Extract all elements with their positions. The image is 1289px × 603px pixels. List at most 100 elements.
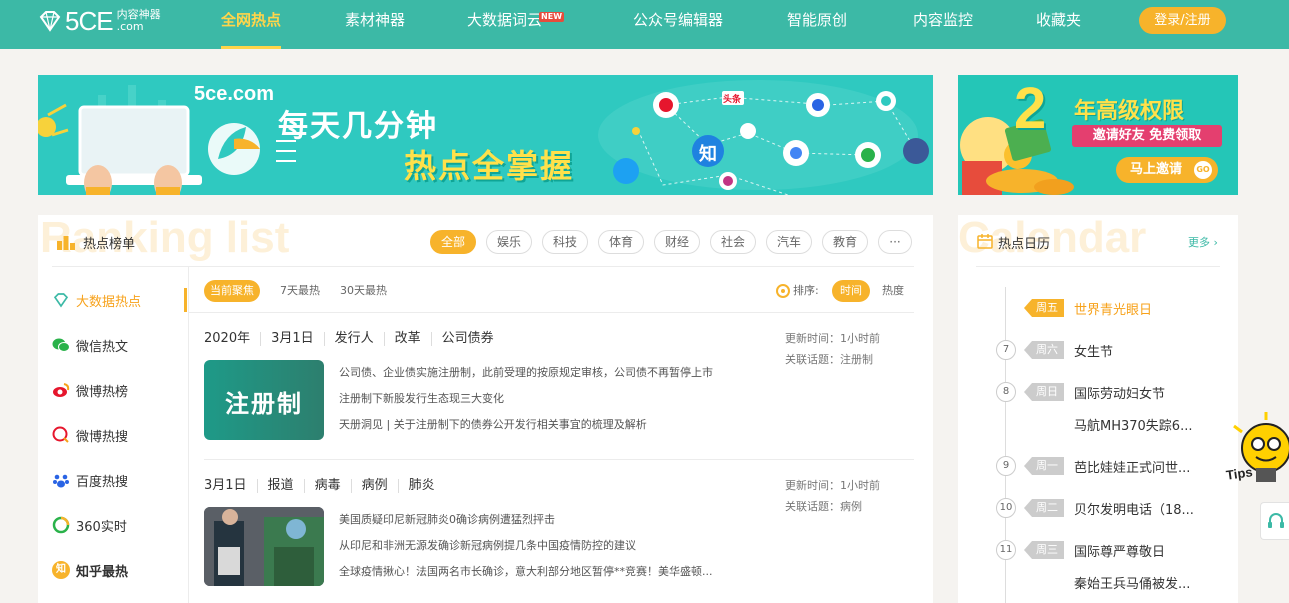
tag[interactable]: 3月1日 — [204, 479, 257, 493]
nav-editor[interactable]: 公众号编辑器 — [633, 0, 723, 49]
tips-widget[interactable]: Tips — [1225, 412, 1289, 494]
category-all[interactable]: 全部 — [430, 230, 476, 254]
related-topic[interactable]: 关联话题：注册制 — [785, 349, 880, 370]
news-thumbnail-photo[interactable] — [204, 507, 324, 586]
tag[interactable]: 病毒 — [303, 479, 351, 493]
tag[interactable]: 3月1日 — [260, 332, 324, 346]
sidebar-item-weibo-search[interactable]: 微博热搜 — [52, 425, 128, 445]
ranking-sidebar-divider — [188, 266, 189, 603]
zhihu-icon: 知 — [52, 561, 70, 579]
calendar-date: 11 — [996, 540, 1016, 560]
news-divider — [204, 459, 914, 460]
invite-big-number: 2 — [1014, 76, 1047, 141]
news-item-meta: 更新时间：1小时前 关联话题：病例 — [785, 475, 880, 517]
invite-banner[interactable]: 2 年高级权限 邀请好友 免费领取 马上邀请 GO — [958, 75, 1238, 195]
tag[interactable]: 改革 — [383, 332, 431, 346]
category-tech[interactable]: 科技 — [542, 230, 588, 254]
news-headline[interactable]: 美国质疑印尼新冠肺炎0确诊病例遭猛烈抨击 — [339, 511, 555, 527]
news-headline[interactable]: 从印尼和非洲无源发确诊新冠病例提几条中国疫情防控的建议 — [339, 537, 636, 553]
category-sports[interactable]: 体育 — [598, 230, 644, 254]
tab-current-focus[interactable]: 当前聚焦 — [204, 280, 260, 302]
ranking-title: 热点榜单 — [83, 237, 136, 252]
tag[interactable]: 2020年 — [204, 332, 260, 346]
calendar-event[interactable]: 国际劳动妇女节 — [1074, 383, 1165, 402]
site-logo[interactable]: 5CE 内容神器 .com — [38, 8, 161, 34]
calendar-day-badge: 周六 — [1024, 341, 1064, 359]
invite-headline: 年高级权限 — [1074, 99, 1185, 124]
news-headline[interactable]: 公司债、企业债实施注册制，此前受理的按原规定审核，公司债不再暂停上市 — [339, 364, 713, 380]
zhihu-badge: 知 — [52, 561, 70, 579]
sidebar-item-wechat[interactable]: 微信热文 — [52, 335, 128, 355]
top-nav: 5CE 内容神器 .com 全网热点 素材神器 大数据词云 NEW 公众号编辑器… — [0, 0, 1289, 49]
category-entertainment[interactable]: 娱乐 — [486, 230, 532, 254]
sidebar-item-baidu[interactable]: 百度热搜 — [52, 470, 128, 490]
sidebar-item-label: 知乎最热 — [76, 564, 129, 580]
tag[interactable]: 公司债券 — [430, 332, 504, 346]
related-topic[interactable]: 关联话题：病例 — [785, 496, 880, 517]
more-label: 更多 — [1188, 236, 1210, 249]
invite-button-label: 马上邀请 — [1130, 162, 1183, 177]
calendar-event[interactable]: 贝尔发明电话（18... — [1074, 499, 1194, 518]
sort-by-heat[interactable]: 热度 — [882, 280, 904, 302]
tab-7-days[interactable]: 7天最热 — [280, 280, 320, 302]
nav-favorites[interactable]: 收藏夹 — [1036, 0, 1081, 49]
calendar-title: 热点日历 — [998, 237, 1051, 252]
calendar-date: 10 — [996, 498, 1016, 518]
calendar-date: 7 — [996, 340, 1016, 360]
calendar-event[interactable]: 国际尊严尊敬日 — [1074, 541, 1165, 560]
nav-monitor[interactable]: 内容监控 — [913, 0, 973, 49]
calendar-event[interactable]: 世界青光眼日 — [1074, 299, 1152, 318]
sidebar-item-weibo-hot[interactable]: 微博热榜 — [52, 380, 128, 400]
sort-by-time[interactable]: 时间 — [832, 280, 870, 302]
category-auto[interactable]: 汽车 — [766, 230, 812, 254]
invite-button[interactable]: 马上邀请 GO — [1116, 157, 1218, 183]
lightbulb-icon — [1233, 412, 1289, 482]
invite-subheadline: 邀请好友 免费领取 — [1072, 125, 1222, 147]
sidebar-item-label: 百度热搜 — [76, 474, 129, 490]
tag[interactable]: 报道 — [256, 479, 304, 493]
category-finance[interactable]: 财经 — [654, 230, 700, 254]
calendar-more-link[interactable]: 更多 › — [1188, 234, 1218, 250]
chevron-right-icon: › — [1213, 236, 1218, 249]
sidebar-item-label: 微信热文 — [76, 339, 129, 355]
calendar-event[interactable]: 秦始王兵马俑被发... — [1074, 573, 1190, 592]
customer-service-button[interactable] — [1260, 502, 1289, 540]
calendar-event[interactable]: 女生节 — [1074, 341, 1113, 360]
calendar-date: 9 — [996, 456, 1016, 476]
zhihu-icon: 知 — [699, 144, 717, 165]
calendar-event[interactable]: 芭比娃娃正式问世... — [1074, 457, 1190, 476]
login-button[interactable]: 登录/注册 — [1139, 7, 1226, 34]
update-time: 更新时间：1小时前 — [785, 332, 880, 345]
nav-word-cloud[interactable]: 大数据词云 NEW — [467, 0, 565, 49]
news-headline[interactable]: 注册制下新股发行生态现三大变化 — [339, 390, 504, 406]
news-headline[interactable]: 全球疫情揪心！法国两名市长确诊，意大利部分地区暂停**竞赛！美华盛顿... — [339, 563, 713, 579]
nav-hot-topics[interactable]: 全网热点 — [221, 0, 282, 49]
ranking-divider — [52, 266, 914, 267]
tag[interactable]: 病例 — [350, 479, 398, 493]
more-categories-button[interactable]: ··· — [878, 230, 912, 254]
toutiao-icon: 头条 — [723, 95, 742, 105]
sidebar-item-zhihu[interactable]: 知 知乎最热 — [52, 560, 128, 580]
category-society[interactable]: 社会 — [710, 230, 756, 254]
headset-icon — [1268, 513, 1284, 528]
sidebar-item-label: 360实时 — [76, 519, 127, 535]
sidebar-item-360[interactable]: 360实时 — [52, 515, 127, 535]
tab-30-days[interactable]: 30天最热 — [340, 280, 387, 302]
banner-domain: 5ce.com — [194, 83, 275, 105]
nav-materials[interactable]: 素材神器 — [345, 0, 405, 49]
category-education[interactable]: 教育 — [822, 230, 868, 254]
nav-ai-original[interactable]: 智能原创 — [787, 0, 847, 49]
ranking-panel: Ranking list 热点榜单 全部 娱乐 科技 体育 财经 社会 汽车 教… — [38, 213, 933, 603]
tag[interactable]: 肺炎 — [397, 479, 445, 493]
main-banner[interactable]: 5ce.com 每天几分钟 热点全掌握 头条 知 — [38, 75, 933, 195]
news-thumbnail[interactable]: 注册制 — [204, 360, 324, 440]
calendar-event[interactable]: 马航MH370失踪6... — [1074, 415, 1192, 434]
sidebar-item-bigdata[interactable]: 大数据热点 — [52, 290, 141, 310]
news-item-tags: 2020年 3月1日 发行人 改革 公司债券 — [204, 332, 504, 346]
calendar-panel: Calendar 热点日历 更多 › 周五 世界青光眼日 7 周六 女生节 8 … — [958, 213, 1238, 603]
tag[interactable]: 发行人 — [323, 332, 384, 346]
news-headline[interactable]: 天册洞见 | 关于注册制下的债券公开发行相关事宜的梳理及解析 — [339, 416, 647, 432]
sidebar-item-label: 微博热搜 — [76, 429, 129, 445]
weibo-search-icon — [52, 426, 70, 444]
photo-illustration — [204, 507, 324, 586]
